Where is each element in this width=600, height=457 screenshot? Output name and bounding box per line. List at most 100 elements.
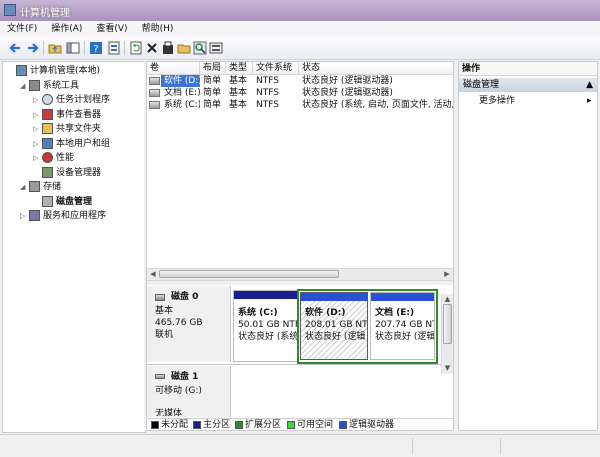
table-cell: 系统 (C:) xyxy=(164,100,200,110)
window-title: 计算机管理 xyxy=(20,8,70,19)
actions-pane: 操作 磁盘管理 ▲ 更多操作 ▸ xyxy=(458,61,598,431)
column-header-layout[interactable]: 布局 xyxy=(200,62,226,74)
legend-label: 逻辑驱动器 xyxy=(349,420,395,430)
tools-icon xyxy=(29,79,40,91)
properties-icon[interactable] xyxy=(107,41,121,55)
show-hide-tree-icon[interactable] xyxy=(66,41,80,55)
toolbar-separator xyxy=(84,41,85,55)
delete-icon[interactable] xyxy=(145,41,159,55)
volume-list-horizontal-scrollbar[interactable]: ◀ ▶ xyxy=(147,268,453,280)
legend-swatch xyxy=(287,421,295,429)
computer-management-window: 计算机管理 文件(F) 操作(A) 查看(V) 帮助(H) ? 计算机管理(本地) ◢ 系… xyxy=(0,0,600,457)
table-row[interactable]: 软件 (D:) 简单 基本 NTFS 状态良好 (逻辑驱动器) xyxy=(147,75,453,87)
tree-node-label: 计算机管理(本地) xyxy=(30,66,101,76)
scroll-left-arrow-icon[interactable]: ◀ xyxy=(148,270,158,279)
scroll-down-arrow-icon[interactable]: ▼ xyxy=(443,364,452,373)
actions-splitter[interactable] xyxy=(454,61,456,431)
refresh-icon[interactable] xyxy=(129,41,143,55)
table-row[interactable]: 文档 (E:) 简单 基本 NTFS 状态良好 (逻辑驱动器) xyxy=(147,87,453,99)
svg-text:?: ? xyxy=(93,44,98,55)
collapsed-arrow-icon[interactable]: ▷ xyxy=(33,155,39,162)
disk-media-status: 无媒体 xyxy=(155,409,183,416)
partition-name: 软件 (D:) xyxy=(305,308,346,318)
table-cell: 基本 xyxy=(229,100,248,110)
more-actions-item[interactable]: 更多操作 xyxy=(479,94,515,108)
partition-software-d[interactable]: 软件 (D:) 208.01 GB NTFS 状态良好 (逻辑 xyxy=(300,292,368,360)
partition-status: 状态良好 (逻辑 xyxy=(375,332,435,342)
table-cell: 简单 xyxy=(203,88,222,98)
menu-view[interactable]: 查看(V) xyxy=(89,21,134,36)
users-icon xyxy=(42,137,53,149)
pane-splitter[interactable] xyxy=(147,280,453,285)
primary-partition-bar xyxy=(234,291,297,299)
shared-folder-icon xyxy=(42,123,53,134)
scrollbar-thumb[interactable] xyxy=(159,270,339,278)
disk-divider xyxy=(147,364,441,365)
up-folder-icon[interactable] xyxy=(48,41,62,55)
back-arrow-icon[interactable] xyxy=(8,41,22,55)
search-icon[interactable] xyxy=(193,41,207,55)
computer-management-icon xyxy=(4,4,16,16)
scrollbar-thumb[interactable] xyxy=(443,304,452,344)
submenu-arrow-icon: ▸ xyxy=(587,96,592,106)
collapsed-arrow-icon[interactable]: ▷ xyxy=(33,140,39,147)
export-list-icon[interactable] xyxy=(161,41,175,55)
legend-label: 未分配 xyxy=(161,420,189,430)
volume-icon xyxy=(149,101,160,109)
partition-size: 207.74 GB NTFS xyxy=(375,320,434,330)
collapsed-arrow-icon[interactable]: ▷ xyxy=(33,111,39,118)
menu-file[interactable]: 文件(F) xyxy=(0,21,44,36)
event-viewer-icon xyxy=(42,108,53,120)
title-bar[interactable]: 计算机管理 xyxy=(0,0,600,21)
actions-header: 操作 xyxy=(459,62,597,76)
more-actions-label: 更多操作 xyxy=(479,96,516,106)
scroll-right-arrow-icon[interactable]: ▶ xyxy=(442,270,452,279)
tree-node-label: 设备管理器 xyxy=(56,167,102,178)
column-header-filesystem[interactable]: 文件系统 xyxy=(253,62,299,74)
table-cell: NTFS xyxy=(256,88,279,98)
menu-bar: 文件(F) 操作(A) 查看(V) 帮助(H) xyxy=(0,21,600,38)
disk-1-empty-area xyxy=(233,366,439,417)
volume-icon xyxy=(149,89,160,97)
disk-map-vertical-scrollbar[interactable]: ▲ ▼ xyxy=(441,294,453,374)
collapsed-arrow-icon xyxy=(33,170,39,176)
collapsed-arrow-icon[interactable]: ▷ xyxy=(33,97,39,104)
partition-status: 状态良好 (逻辑 xyxy=(305,332,366,342)
tree-node-label: 存储 xyxy=(43,182,62,192)
collapsed-arrow-icon[interactable]: ▷ xyxy=(20,213,26,220)
column-header-status[interactable]: 状态 xyxy=(299,62,453,74)
legend-swatch xyxy=(151,421,159,429)
disk-settings-icon[interactable] xyxy=(209,41,223,55)
help-icon[interactable]: ? xyxy=(89,41,103,55)
disk-type: 基本 xyxy=(155,306,174,316)
disk-management-pane: 卷 布局 类型 文件系统 状态 软件 (D:) 简单 基本 NTFS 状态良好 (逻辑驱… xyxy=(146,61,454,431)
column-header-type[interactable]: 类型 xyxy=(226,62,253,74)
disk-name: 磁盘 1 xyxy=(171,372,199,382)
expanded-arrow-icon[interactable]: ◢ xyxy=(20,82,26,89)
table-cell: NTFS xyxy=(256,76,279,86)
table-cell: 状态良好 (逻辑驱动器) xyxy=(302,76,393,86)
collapse-up-icon[interactable]: ▲ xyxy=(586,78,593,92)
clock-icon xyxy=(42,94,53,105)
column-header-volume[interactable]: 卷 xyxy=(147,62,200,74)
scroll-up-arrow-icon[interactable]: ▲ xyxy=(443,295,452,304)
volume-list-header: 卷 布局 类型 文件系统 状态 xyxy=(147,62,453,75)
partition-name: 系统 (C:) xyxy=(238,308,278,318)
legend-label: 可用空间 xyxy=(297,420,334,430)
menu-action[interactable]: 操作(A) xyxy=(44,21,89,36)
collapsed-arrow-icon xyxy=(7,68,13,74)
open-folder-icon[interactable] xyxy=(177,41,191,55)
collapsed-arrow-icon[interactable]: ▷ xyxy=(33,126,39,133)
forward-arrow-icon[interactable] xyxy=(26,41,40,55)
table-row[interactable]: 系统 (C:) 简单 基本 NTFS 状态良好 (系统, 启动, 页面文件, 活动, 故 xyxy=(147,99,453,111)
disk-0-info[interactable]: 磁盘 0 基本 465.76 GB 联机 xyxy=(147,286,231,362)
actions-section-disk-management[interactable]: 磁盘管理 ▲ xyxy=(459,78,597,92)
collapsed-arrow-icon xyxy=(33,199,39,205)
menu-help[interactable]: 帮助(H) xyxy=(135,21,181,36)
partition-documents-e[interactable]: 文档 (E:) 207.74 GB NTFS 状态良好 (逻辑 xyxy=(370,292,435,360)
tree-node-label: 本地用户和组 xyxy=(56,138,111,149)
expanded-arrow-icon[interactable]: ◢ xyxy=(20,184,26,191)
disk-1-info[interactable]: 磁盘 1 可移动 (G:) 无媒体 xyxy=(147,366,231,417)
partition-system-c[interactable]: 系统 (C:) 50.01 GB NTFS 状态良好 (系统 xyxy=(233,290,298,362)
table-cell: 简单 xyxy=(203,100,222,110)
